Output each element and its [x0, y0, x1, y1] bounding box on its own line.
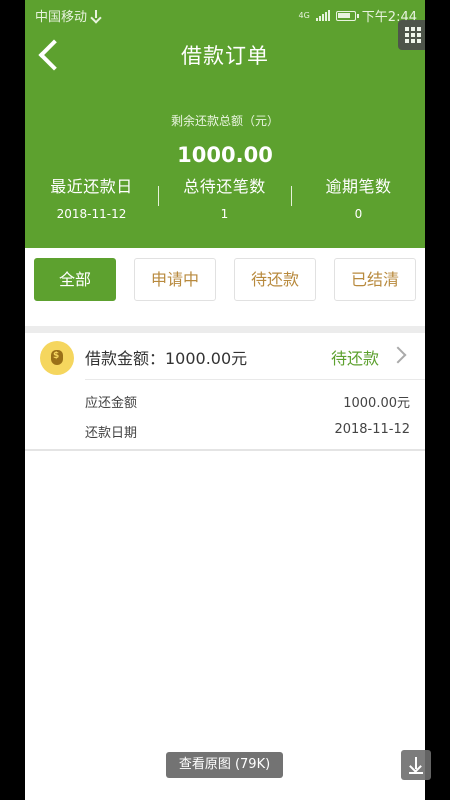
- card-divider: [85, 379, 425, 380]
- header-panel: 中国移动 4G 下午2:44 借款订单 剩余还款总额（元） 1000.00 最近…: [25, 0, 425, 248]
- chevron-right-icon[interactable]: [389, 346, 407, 364]
- network-type: 4G: [298, 11, 310, 20]
- filter-tabs: 全部 申请中 待还款 已结清: [25, 248, 425, 328]
- order-card[interactable]: 借款金额：1000.00元 待还款 应还金额 1000.00元 还款日期 201…: [25, 333, 425, 451]
- grid-icon[interactable]: [398, 20, 425, 50]
- page-title: 借款订单: [181, 44, 269, 68]
- tab-all[interactable]: 全部: [34, 258, 116, 301]
- view-original-button[interactable]: 查看原图 (79K): [166, 752, 283, 778]
- carrier-group: 中国移动: [35, 6, 101, 25]
- tab-settled[interactable]: 已结清: [334, 258, 416, 301]
- loan-amount: 借款金额：1000.00元: [85, 349, 248, 368]
- download-status-icon: [91, 9, 101, 22]
- carrier-name: 中国移动: [35, 10, 88, 25]
- remaining-label: 剩余还款总额（元）: [170, 114, 279, 128]
- signal-icon: [315, 10, 330, 21]
- row-value: 1000.00元: [343, 396, 410, 411]
- summary-stats: 最近还款日 2018-11-12 总待还笔数 1 逾期笔数 0: [25, 173, 425, 233]
- tab-pending-repayment[interactable]: 待还款: [234, 258, 316, 301]
- stat-pending-count: 总待还笔数 1: [158, 173, 291, 221]
- order-status: 待还款: [331, 349, 380, 368]
- app-screen: 中国移动 4G 下午2:44 借款订单 剩余还款总额（元） 1000.00 最近…: [25, 0, 425, 800]
- row-value: 2018-11-12: [334, 422, 410, 437]
- stat-value: 1: [220, 207, 229, 221]
- section-divider: [25, 326, 425, 333]
- download-icon[interactable]: [401, 750, 431, 780]
- stat-label: 最近还款日: [50, 177, 133, 196]
- money-bag-icon: [40, 341, 74, 375]
- stat-label: 总待还笔数: [183, 177, 266, 196]
- stat-recent-due: 最近还款日 2018-11-12: [25, 173, 158, 221]
- stat-overdue-count: 逾期笔数 0: [292, 173, 425, 221]
- stat-value: 0: [354, 207, 363, 221]
- remaining-amount: 1000.00: [177, 143, 273, 167]
- stat-value: 2018-11-12: [56, 207, 127, 221]
- row-key: 还款日期: [85, 426, 138, 441]
- stat-label: 逾期笔数: [325, 177, 392, 196]
- tab-applying[interactable]: 申请中: [134, 258, 216, 301]
- row-key: 应还金额: [85, 396, 138, 411]
- battery-icon: [335, 10, 359, 21]
- status-bar: 中国移动 4G 下午2:44: [25, 0, 425, 28]
